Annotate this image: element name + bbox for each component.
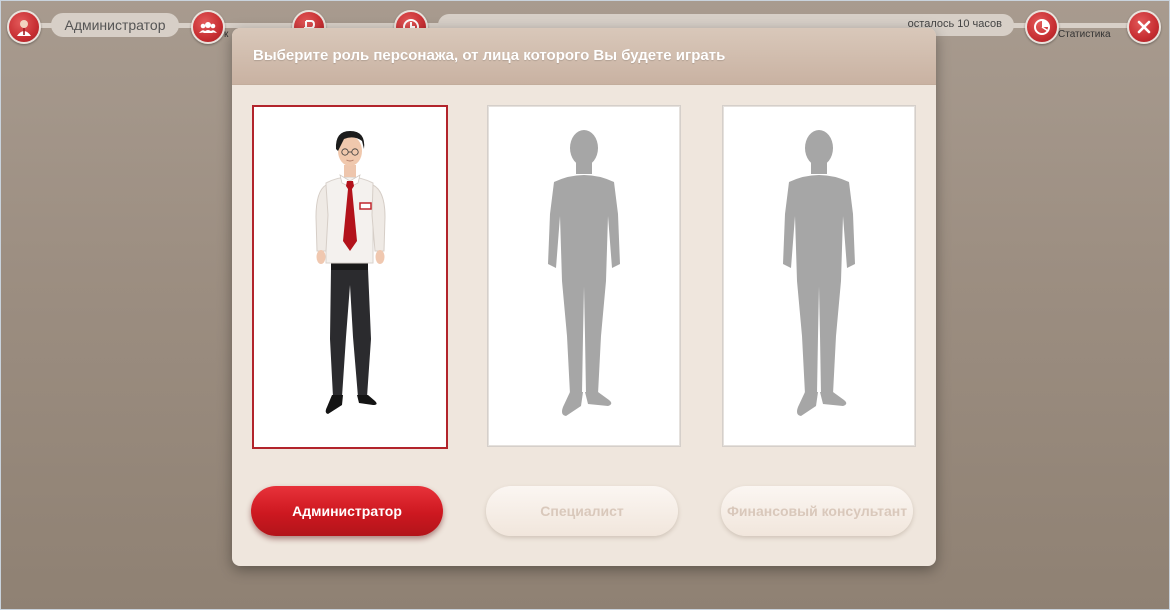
close-button[interactable] [1127,10,1161,44]
administrator-role-button[interactable]: Администратор [251,486,443,536]
avatar-icon [17,20,31,36]
dialog-header: Выберите роль персонажа, от лица которог… [232,28,936,85]
financial-consultant-role-button[interactable]: Финансовый консультант [721,486,913,536]
administrator-figure [315,131,386,414]
role-card-specialist[interactable] [487,105,681,447]
role-card-administrator[interactable] [252,105,448,449]
financial-consultant-silhouette [783,130,855,416]
role-selection-dialog: Выберите роль персонажа, от лица которог… [232,28,936,566]
statistics-button[interactable] [1025,10,1059,44]
dialog-title: Выберите роль персонажа, от лица которог… [253,47,726,64]
avatar-button[interactable] [7,10,41,44]
player-name-pill: Администратор [51,13,179,37]
role-card-financial-consultant[interactable] [722,105,916,447]
team-icon [199,22,217,33]
close-icon [1137,20,1151,34]
specialist-role-button[interactable]: Специалист [486,486,678,536]
player-name: Администратор [64,17,166,33]
team-button[interactable] [191,10,225,44]
team-label: к [224,29,229,40]
pie-chart-icon [1034,19,1050,35]
statistics-label: Статистика [1058,29,1111,40]
specialist-silhouette [548,130,620,416]
